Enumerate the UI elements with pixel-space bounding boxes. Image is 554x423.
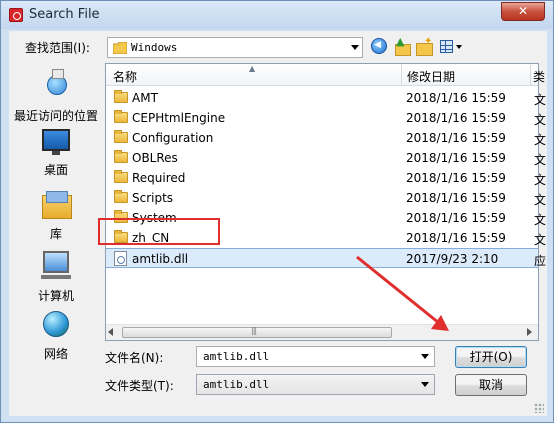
resize-grip-icon[interactable] bbox=[534, 403, 544, 413]
file-date: 2018/1/16 15:59 bbox=[406, 231, 506, 245]
file-type: 文 bbox=[534, 213, 547, 227]
folder-icon bbox=[114, 170, 128, 183]
column-header-type[interactable]: 类 bbox=[532, 64, 545, 85]
folder-row[interactable]: OBLRes 2018/1/16 15:59 文 bbox=[106, 148, 546, 168]
places-bar: 最近访问的位置 桌面 库 计算机 网络 bbox=[9, 61, 103, 361]
file-date: 2018/1/16 15:59 bbox=[406, 91, 506, 105]
library-icon bbox=[42, 191, 72, 219]
file-type: 应 bbox=[534, 254, 547, 268]
filetype-value: amtlib.dll bbox=[203, 378, 270, 391]
folder-icon bbox=[114, 130, 128, 143]
place-label: 库 bbox=[49, 227, 62, 241]
annotation-arrow-icon bbox=[356, 255, 449, 331]
network-icon bbox=[43, 311, 69, 337]
folder-row[interactable]: AMT 2018/1/16 15:59 文 bbox=[106, 88, 546, 108]
file-type: 文 bbox=[534, 153, 547, 167]
column-header-label: 类 bbox=[533, 70, 546, 84]
search-file-dialog: Search File ✕ 查找范围(I): Windows 最近访问的位置 bbox=[0, 0, 554, 423]
place-label: 计算机 bbox=[37, 289, 74, 303]
file-date: 2018/1/16 15:59 bbox=[406, 111, 506, 125]
place-library[interactable]: 库 bbox=[9, 189, 103, 241]
view-menu-button[interactable] bbox=[439, 38, 465, 56]
place-label: 最近访问的位置 bbox=[13, 109, 98, 123]
dll-file-icon bbox=[114, 251, 127, 266]
app-icon bbox=[9, 8, 23, 22]
filetype-label: 文件类型(T): bbox=[105, 379, 174, 393]
chevron-down-icon bbox=[421, 382, 429, 387]
file-list: 名称 ▲ 修改日期 类 AMT 2018/1/16 15:59 文 CEPHtm… bbox=[105, 63, 546, 341]
folder-icon bbox=[112, 41, 128, 57]
close-button[interactable]: ✕ bbox=[501, 2, 545, 21]
file-list-header: 名称 ▲ 修改日期 类 bbox=[106, 64, 545, 86]
recent-places-icon bbox=[43, 69, 69, 95]
column-header-label: 名称 bbox=[113, 70, 138, 84]
column-header-label: 修改日期 bbox=[407, 70, 456, 84]
folder-icon bbox=[114, 150, 128, 163]
file-name: OBLRes bbox=[132, 151, 178, 165]
title-bar[interactable]: Search File ✕ bbox=[1, 1, 553, 29]
scroll-right-icon[interactable] bbox=[527, 328, 532, 336]
filename-input[interactable]: amtlib.dll bbox=[196, 346, 435, 367]
new-folder-button[interactable] bbox=[415, 36, 433, 56]
file-date: 2018/1/16 15:59 bbox=[406, 151, 506, 165]
lookin-dropdown[interactable]: Windows bbox=[107, 37, 363, 58]
lookin-value: Windows bbox=[131, 41, 178, 54]
file-row-selected[interactable]: amtlib.dll 2017/9/23 2:10 应 bbox=[106, 248, 546, 268]
sort-ascending-icon: ▲ bbox=[249, 64, 256, 73]
folder-icon bbox=[114, 90, 128, 103]
chevron-down-icon bbox=[456, 45, 462, 49]
place-computer[interactable]: 计算机 bbox=[9, 249, 103, 303]
file-date: 2018/1/16 15:59 bbox=[406, 191, 506, 205]
chevron-down-icon[interactable] bbox=[421, 354, 429, 359]
file-type: 文 bbox=[534, 193, 547, 207]
file-date: 2018/1/16 15:59 bbox=[406, 171, 506, 185]
horizontal-scrollbar[interactable] bbox=[106, 324, 538, 340]
place-label: 网络 bbox=[43, 347, 68, 361]
file-name: Scripts bbox=[132, 191, 174, 205]
up-folder-button[interactable] bbox=[393, 35, 411, 56]
lookin-label: 查找范围(I): bbox=[25, 41, 90, 55]
file-name: Required bbox=[132, 171, 186, 185]
chevron-down-icon bbox=[351, 45, 359, 50]
folder-icon bbox=[114, 190, 128, 203]
open-button[interactable]: 打开(O) bbox=[455, 346, 527, 368]
filename-label: 文件名(N): bbox=[105, 351, 164, 365]
filetype-dropdown[interactable]: amtlib.dll bbox=[196, 374, 435, 395]
desktop-icon bbox=[42, 129, 70, 155]
highlight-annotation-box bbox=[98, 218, 220, 245]
back-arrow-icon bbox=[371, 38, 387, 54]
file-date: 2018/1/16 15:59 bbox=[406, 211, 506, 225]
window-title: Search File bbox=[29, 7, 100, 22]
place-label: 桌面 bbox=[43, 163, 68, 177]
column-header-date[interactable]: 修改日期 bbox=[403, 64, 531, 85]
folder-row[interactable]: CEPHtmlEngine 2018/1/16 15:59 文 bbox=[106, 108, 546, 128]
computer-icon bbox=[41, 251, 71, 279]
column-header-name[interactable]: 名称 ▲ bbox=[106, 64, 402, 85]
place-network[interactable]: 网络 bbox=[9, 309, 103, 361]
file-name: CEPHtmlEngine bbox=[132, 111, 226, 125]
file-type: 文 bbox=[534, 93, 547, 107]
folder-row[interactable]: Scripts 2018/1/16 15:59 文 bbox=[106, 188, 546, 208]
folder-row[interactable]: Configuration 2018/1/16 15:59 文 bbox=[106, 128, 546, 148]
scroll-left-icon[interactable] bbox=[108, 328, 113, 336]
file-type: 文 bbox=[534, 173, 547, 187]
folder-icon bbox=[114, 110, 128, 123]
file-type: 文 bbox=[534, 133, 547, 147]
filename-value: amtlib.dll bbox=[203, 350, 270, 363]
file-type: 文 bbox=[534, 233, 547, 247]
folder-row[interactable]: Required 2018/1/16 15:59 文 bbox=[106, 168, 546, 188]
file-date: 2018/1/16 15:59 bbox=[406, 131, 506, 145]
cancel-button[interactable]: 取消 bbox=[455, 374, 527, 396]
place-desktop[interactable]: 桌面 bbox=[9, 125, 103, 177]
file-type: 文 bbox=[534, 113, 547, 127]
place-recent[interactable]: 最近访问的位置 bbox=[9, 67, 103, 123]
back-button[interactable] bbox=[371, 38, 389, 56]
file-name: Configuration bbox=[132, 131, 214, 145]
file-name: amtlib.dll bbox=[132, 252, 189, 266]
dialog-body: 查找范围(I): Windows 最近访问的位置 桌面 bbox=[9, 31, 547, 416]
view-grid-icon bbox=[440, 40, 453, 53]
file-name: AMT bbox=[132, 91, 158, 105]
